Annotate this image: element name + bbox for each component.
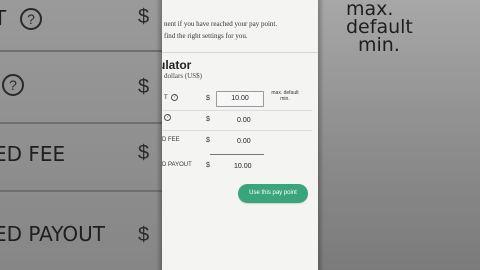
total-fee-label: D FEE — [162, 137, 180, 143]
help-icon[interactable]: ? — [164, 114, 171, 121]
zoom-note-line: min. — [358, 34, 400, 56]
divider — [0, 122, 162, 124]
currency-symbol: $ — [206, 95, 210, 102]
edge-shadow — [156, 0, 162, 270]
section-divider — [162, 52, 318, 53]
row-divider — [162, 130, 312, 131]
help-icon: ? — [20, 8, 42, 30]
zoom-row-label: ED PAYOUT — [0, 222, 106, 246]
currency-symbol: $ — [138, 6, 150, 28]
currency-symbol: $ — [206, 116, 210, 123]
total-fee-value: 0.00 — [237, 138, 251, 145]
help-icon: ? — [2, 74, 24, 96]
amount-label: T — [164, 95, 168, 101]
calculator-subtitle: dollars (US$) — [164, 72, 202, 80]
edge-shadow — [318, 0, 324, 270]
currency-symbol: $ — [206, 162, 210, 169]
amount-input[interactable]: 10.00 — [216, 91, 264, 107]
payout-calculator-screen: nent if you have reached your pay point.… — [162, 0, 318, 270]
zoomed-background-right: max. default min. — [318, 0, 480, 270]
total-divider — [210, 154, 264, 155]
zoom-row-label: ED FEE — [0, 142, 66, 166]
currency-symbol: $ — [138, 142, 150, 164]
calculator-title: ulator — [162, 58, 192, 72]
intro-line: nent if you have reached your pay point. — [164, 20, 278, 28]
currency-symbol: $ — [138, 224, 150, 246]
help-icon[interactable]: ? — [171, 94, 178, 101]
use-pay-point-button[interactable]: Use this pay point — [238, 184, 308, 203]
intro-text: nent if you have reached your pay point.… — [164, 18, 277, 42]
amount-limits-note: max. default min. — [271, 90, 299, 102]
divider — [0, 190, 162, 192]
intro-line: find the right settings for you. — [164, 32, 248, 40]
fee-value: 0.00 — [237, 117, 251, 124]
zoomed-background-left: T ? $ ? $ ED FEE $ ED PAYOUT $ — [0, 0, 162, 270]
divider — [0, 50, 162, 52]
currency-symbol: $ — [138, 76, 150, 98]
payout-value: 10.00 — [234, 163, 252, 170]
payout-label: D PAYOUT — [162, 162, 192, 168]
currency-symbol: $ — [206, 137, 210, 144]
zoom-row-label: T — [0, 6, 7, 30]
row-divider — [162, 110, 312, 111]
